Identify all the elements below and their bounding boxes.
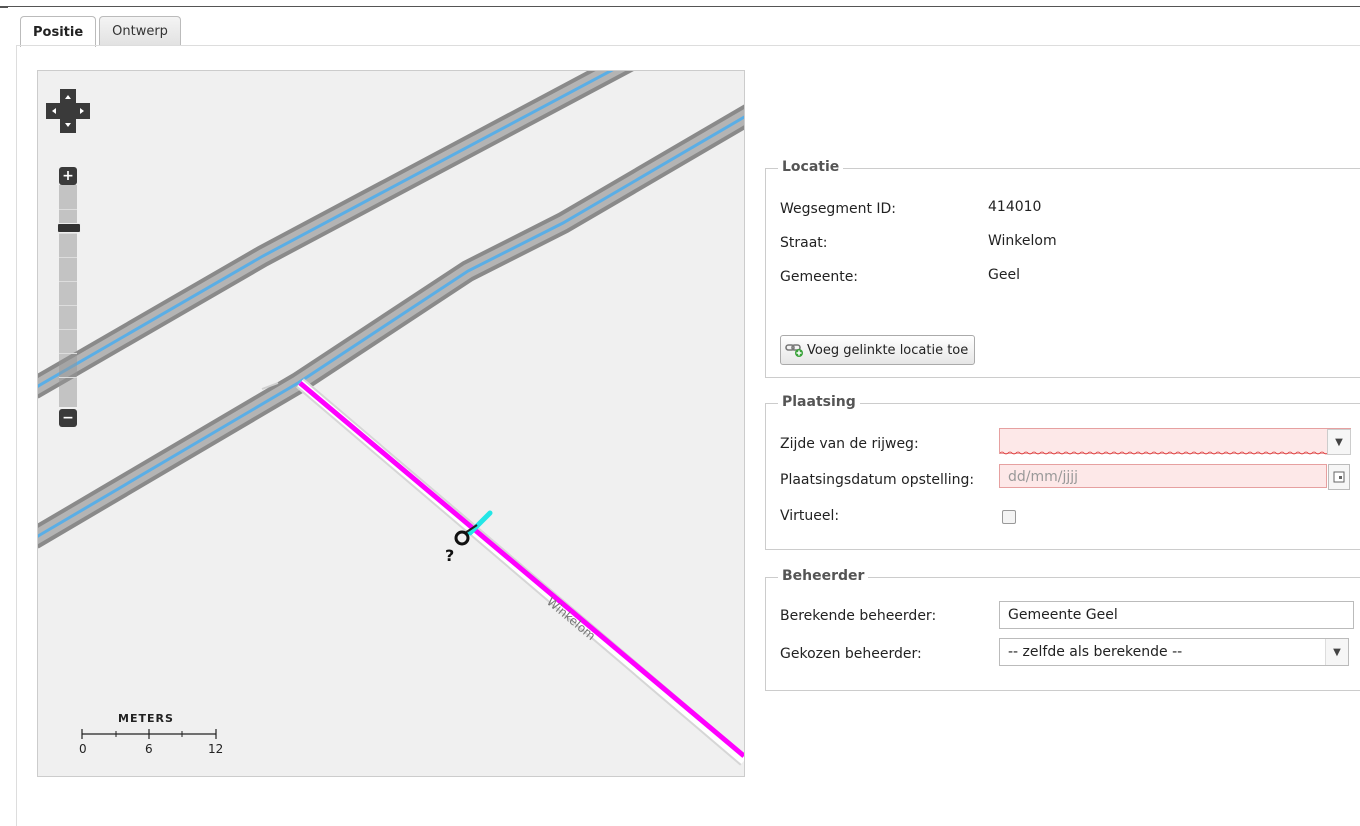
side-of-road-label: Zijde van de rijweg: <box>780 436 919 452</box>
add-linked-location-label: Voeg gelinkte locatie toe <box>807 342 969 358</box>
calendar-button[interactable] <box>1328 464 1350 490</box>
side-of-road-select[interactable] <box>999 428 1351 455</box>
calendar-icon <box>1333 471 1345 483</box>
chevron-down-icon[interactable]: ▼ <box>1327 429 1351 455</box>
scale-title: METERS <box>118 712 174 725</box>
top-divider <box>0 6 1360 7</box>
virtual-label: Virtueel: <box>780 508 840 524</box>
scale-bar: METERS 0 6 12 <box>78 712 238 762</box>
plaatsing-fieldset: Plaatsing Zijde van de rijweg: ▼ Plaatsi… <box>765 394 1360 550</box>
computed-manager-field[interactable]: Gemeente Geel <box>999 601 1354 629</box>
validation-underline <box>1000 451 1329 455</box>
zoom-slider-handle[interactable] <box>57 223 81 233</box>
chosen-manager-value: -- zelfde als berekende -- <box>1008 644 1183 660</box>
zoom-out-button[interactable]: − <box>59 409 77 427</box>
scale-tick-6: 6 <box>145 742 153 756</box>
locatie-fieldset: Locatie Wegsegment ID: 414010 Straat: Wi… <box>765 159 1360 378</box>
chevron-down-icon[interactable]: ▼ <box>1325 639 1348 665</box>
plaatsing-legend: Plaatsing <box>778 394 860 410</box>
gemeente-value: Geel <box>988 267 1020 283</box>
placement-date-label: Plaatsingsdatum opstelling: <box>780 472 975 488</box>
zoom-in-button[interactable]: + <box>59 167 77 185</box>
selected-segment[interactable] <box>298 381 744 758</box>
computed-manager-label: Berekende beheerder: <box>780 608 937 624</box>
placement-date-input[interactable]: dd/mm/jjjj <box>999 464 1327 488</box>
tab-bar: Positie Ontwerp <box>20 16 184 47</box>
sign-marker-icon[interactable] <box>454 530 470 546</box>
add-linked-location-button[interactable]: Voeg gelinkte locatie toe <box>780 335 976 365</box>
gemeente-label: Gemeente: <box>780 269 859 285</box>
straat-label: Straat: <box>780 235 828 251</box>
street-label: Winkelom <box>544 595 598 644</box>
straat-value: Winkelom <box>988 233 1057 249</box>
top-left-tick <box>0 0 8 8</box>
tab-positie[interactable]: Positie <box>20 16 97 47</box>
scale-tick-0: 0 <box>79 742 87 756</box>
wegsegment-id-value: 414010 <box>988 199 1042 215</box>
marker-label: ? <box>445 546 454 565</box>
beheerder-fieldset: Beheerder Berekende beheerder: Gemeente … <box>765 568 1360 691</box>
map-viewer[interactable]: ? Winkelom + − METERS 0 6 12 <box>37 70 745 777</box>
chosen-manager-select[interactable]: -- zelfde als berekende -- ▼ <box>999 638 1349 666</box>
pan-control[interactable] <box>46 89 90 133</box>
tab-ontwerp[interactable]: Ontwerp <box>99 16 181 45</box>
zoom-slider-track[interactable] <box>59 185 77 407</box>
virtual-checkbox[interactable] <box>1002 510 1016 524</box>
map-canvas[interactable]: ? Winkelom <box>38 71 744 776</box>
chosen-manager-label: Gekozen beheerder: <box>780 646 922 662</box>
locatie-legend: Locatie <box>778 159 844 175</box>
link-add-icon <box>785 344 803 357</box>
wegsegment-id-label: Wegsegment ID: <box>780 201 897 217</box>
beheerder-legend: Beheerder <box>778 568 869 584</box>
scale-tick-12: 12 <box>208 742 224 756</box>
